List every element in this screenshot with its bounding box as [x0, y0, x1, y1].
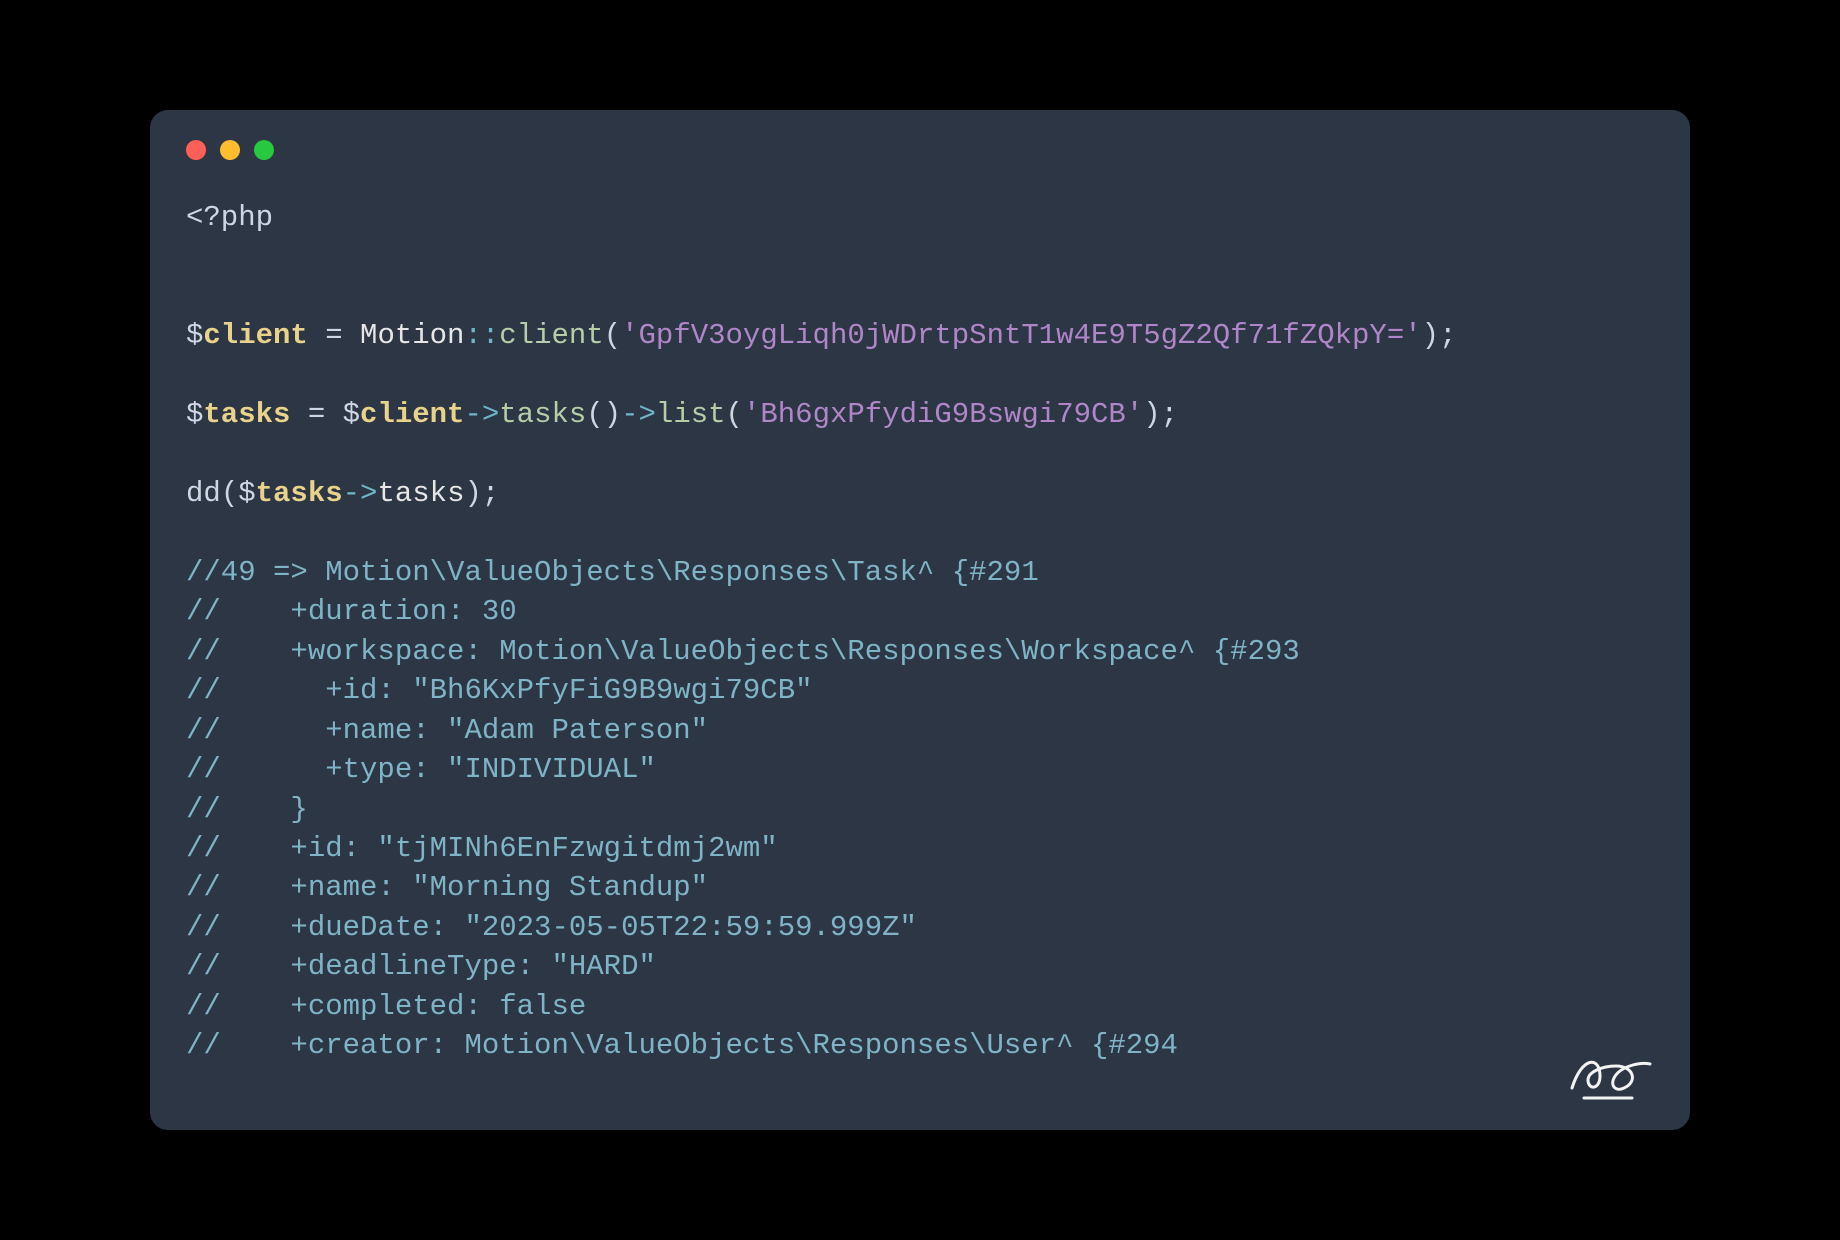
comment-line: //49 => Motion\ValueObjects\Responses\Ta… [186, 556, 1039, 589]
comment-line: // +creator: Motion\ValueObjects\Respons… [186, 1029, 1178, 1062]
l1-quote-open: ' [621, 319, 638, 352]
l2-method-tasks: tasks [499, 398, 586, 431]
code-window: <?php $client = Motion::client('GpfV3oyg… [150, 110, 1690, 1130]
minimize-icon[interactable] [220, 140, 240, 160]
l1-scope: :: [464, 319, 499, 352]
l3-sigil: $ [238, 477, 255, 510]
l2-quote-open: ' [743, 398, 760, 431]
l2-arrow1: -> [464, 398, 499, 431]
l2-arrow2: -> [621, 398, 656, 431]
comment-line: // +duration: 30 [186, 595, 517, 628]
l1-paren-open: ( [604, 319, 621, 352]
comment-line: // +type: "INDIVIDUAL" [186, 753, 656, 786]
l3-arrow: -> [343, 477, 378, 510]
l2-paren-open: ( [726, 398, 743, 431]
traffic-lights [186, 140, 1654, 160]
comment-line: // +id: "tjMINh6EnFzwgitdmj2wm" [186, 832, 778, 865]
l2-var-tasks: tasks [203, 398, 290, 431]
comment-line: // +id: "Bh6KxPfyFiG9B9wgi79CB" [186, 674, 813, 707]
l1-equals: = [308, 319, 360, 352]
comment-line: // +deadlineType: "HARD" [186, 950, 656, 983]
l1-sigil: $ [186, 319, 203, 352]
author-signature-icon [1566, 1048, 1656, 1104]
l1-method: client [499, 319, 603, 352]
comment-line: // +workspace: Motion\ValueObjects\Respo… [186, 635, 1300, 668]
l2-semicolon: ; [1161, 398, 1178, 431]
l2-equals: = [290, 398, 342, 431]
comment-line: // +name: "Morning Standup" [186, 871, 708, 904]
l1-var-client: client [203, 319, 307, 352]
comment-line: // } [186, 793, 308, 826]
l1-semicolon: ; [1439, 319, 1456, 352]
comment-line: // +dueDate: "2023-05-05T22:59:59.999Z" [186, 911, 917, 944]
l2-sigil2: $ [343, 398, 360, 431]
l3-prop-tasks: tasks [377, 477, 464, 510]
l3-dd-fn: dd [186, 477, 221, 510]
l3-paren-close: ) [464, 477, 481, 510]
l1-class: Motion [360, 319, 464, 352]
l1-quote-close: ' [1404, 319, 1421, 352]
comment-line: // +completed: false [186, 990, 586, 1023]
l3-paren-open: ( [221, 477, 238, 510]
l2-workspace-id-string: Bh6gxPfydiG9Bswgi79CB [760, 398, 1125, 431]
l2-quote-close: ' [1126, 398, 1143, 431]
l1-apikey-string: GpfV3oygLiqh0jWDrtpSntT1w4E9T5gZ2Qf71fZQ… [639, 319, 1405, 352]
comment-line: // +name: "Adam Paterson" [186, 714, 708, 747]
php-open-tag: <?php [186, 201, 273, 234]
l2-var-client: client [360, 398, 464, 431]
l2-paren-close: ) [1143, 398, 1160, 431]
l2-method-list: list [656, 398, 726, 431]
close-icon[interactable] [186, 140, 206, 160]
code-snippet: <?php $client = Motion::client('GpfV3oyg… [186, 198, 1654, 1066]
l2-sigil: $ [186, 398, 203, 431]
l3-var-tasks: tasks [256, 477, 343, 510]
l1-paren-close: ) [1422, 319, 1439, 352]
l2-empty-paren: () [586, 398, 621, 431]
l3-semicolon: ; [482, 477, 499, 510]
zoom-icon[interactable] [254, 140, 274, 160]
